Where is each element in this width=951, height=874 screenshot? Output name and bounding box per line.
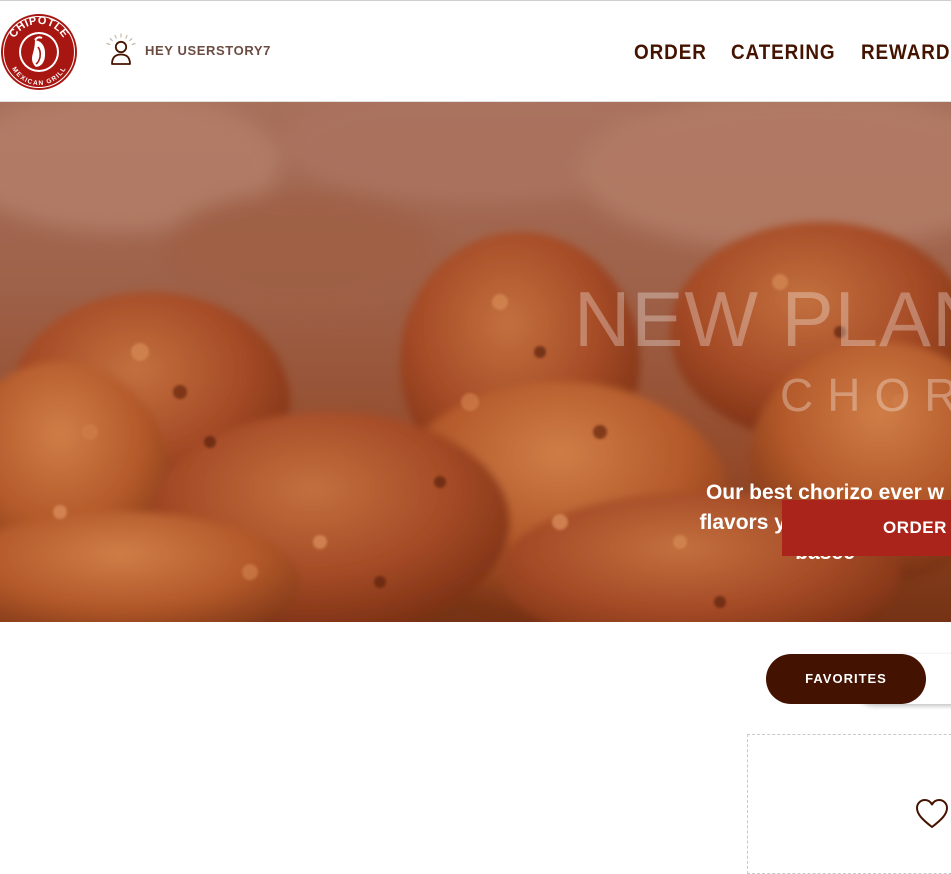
- hero-subheadline: CHOR: [780, 369, 951, 421]
- tab-favorites[interactable]: FAVORITES: [766, 654, 926, 704]
- chipotle-logo[interactable]: CHIPOTLE MEXICAN GRILL: [0, 13, 78, 91]
- user-greeting: HEY USERSTORY7: [145, 42, 271, 58]
- nav-catering[interactable]: CATERING: [731, 41, 835, 65]
- site-header: CHIPOTLE MEXICAN GRILL HEY USERSTORY7 OR…: [0, 1, 951, 102]
- user-account-link[interactable]: HEY USERSTORY7: [104, 33, 271, 67]
- heart-icon[interactable]: [915, 798, 949, 830]
- order-now-button[interactable]: ORDER N: [782, 500, 951, 556]
- hero-headline: NEW PLAN: [574, 275, 951, 363]
- nav-order[interactable]: ORDER: [634, 41, 707, 65]
- hero-banner: NEW PLAN CHOR Our best chorizo ever w fl…: [0, 102, 951, 622]
- user-account-icon: [106, 33, 136, 65]
- nav-rewards[interactable]: REWARDS: [861, 41, 951, 65]
